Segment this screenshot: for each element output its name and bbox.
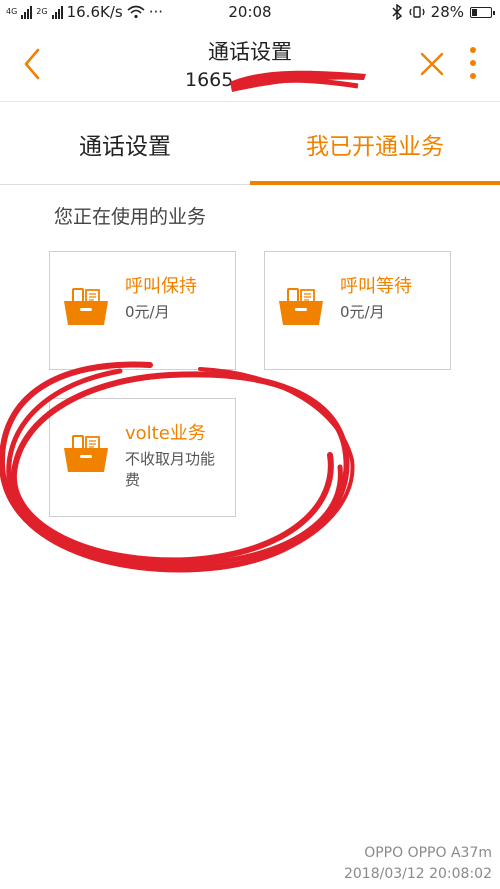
service-basket-icon <box>279 288 323 325</box>
tab-subscribed-services[interactable]: 我已开通业务 <box>250 103 500 185</box>
capture-datetime: 2018/03/12 20:08:02 <box>343 866 492 882</box>
service-basket-icon <box>64 435 108 472</box>
service-card-volte[interactable]: volte业务 不收取月功能费 <box>49 398 236 517</box>
phone-number: 1665 <box>185 69 234 91</box>
tab-call-settings[interactable]: 通话设置 <box>0 103 250 184</box>
service-card-call-hold[interactable]: 呼叫保持 0元/月 <box>49 251 236 370</box>
service-card-call-waiting[interactable]: 呼叫等待 0元/月 <box>264 251 451 370</box>
service-price: 不收取月功能费 <box>125 450 216 489</box>
service-name: 呼叫等待 <box>340 276 412 297</box>
more-icon[interactable] <box>466 45 480 81</box>
close-icon[interactable] <box>418 50 446 78</box>
device-model: OPPO OPPO A37m <box>364 845 492 861</box>
section-title: 您正在使用的业务 <box>54 206 207 228</box>
status-bar: 4G 2G 16.6K/s ··· 20:08 28% <box>0 0 500 26</box>
vibrate-icon <box>408 6 425 18</box>
tab-bar: 通话设置 我已开通业务 <box>0 103 500 185</box>
service-price: 0元/月 <box>125 303 170 321</box>
battery-icon <box>470 6 495 18</box>
service-name: 呼叫保持 <box>125 276 197 297</box>
service-name: volte业务 <box>125 423 206 444</box>
status-right: 28% <box>391 3 495 21</box>
app-header: 通话设置 1665 <box>0 26 500 102</box>
battery-percent: 28% <box>430 3 464 21</box>
service-basket-icon <box>64 288 108 325</box>
redaction-scribble <box>230 70 366 92</box>
camera-watermark: OPPO OPPO A37m 2018/03/12 20:08:02 <box>344 843 492 885</box>
service-price: 0元/月 <box>340 303 385 321</box>
bluetooth-icon <box>392 4 402 20</box>
